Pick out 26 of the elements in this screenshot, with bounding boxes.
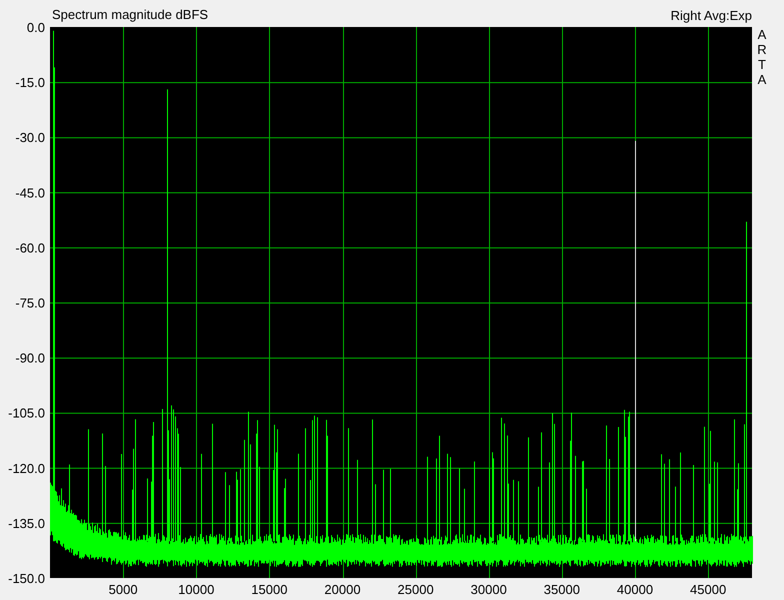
y-tick-label: -15.0: [15, 75, 45, 90]
x-tick-label: 30000: [470, 582, 507, 597]
brand-letter: R: [757, 42, 767, 57]
x-tick-label: 15000: [251, 582, 288, 597]
channel-label: Right Avg:Exp: [670, 8, 752, 23]
y-tick-label: -120.0: [8, 460, 45, 476]
x-tick-label: 40000: [616, 582, 654, 597]
y-tick-label: 0.0: [26, 20, 45, 35]
y-tick-label: -135.0: [8, 516, 45, 531]
chart-title: Spectrum magnitude dBFS: [52, 7, 208, 22]
x-tick-label: 5000: [108, 582, 138, 597]
y-tick-label: -150.0: [8, 571, 45, 586]
x-tick-label: 35000: [544, 582, 580, 597]
brand-letter: A: [758, 72, 766, 87]
y-tick-label: -75.0: [15, 296, 45, 310]
y-tick-label: -90.0: [15, 350, 45, 366]
x-tick-label: 25000: [398, 582, 434, 597]
brand-letter: T: [758, 57, 766, 72]
y-tick-label: -30.0: [15, 130, 45, 146]
y-tick-label: -105.0: [8, 406, 45, 421]
x-tick-label: 45000: [690, 582, 726, 597]
y-tick-label: -60.0: [15, 240, 45, 256]
brand-letter: A: [758, 27, 766, 42]
y-tick-label: -45.0: [15, 185, 45, 200]
x-tick-label: 10000: [178, 582, 214, 597]
x-tick-label: 20000: [324, 582, 361, 597]
